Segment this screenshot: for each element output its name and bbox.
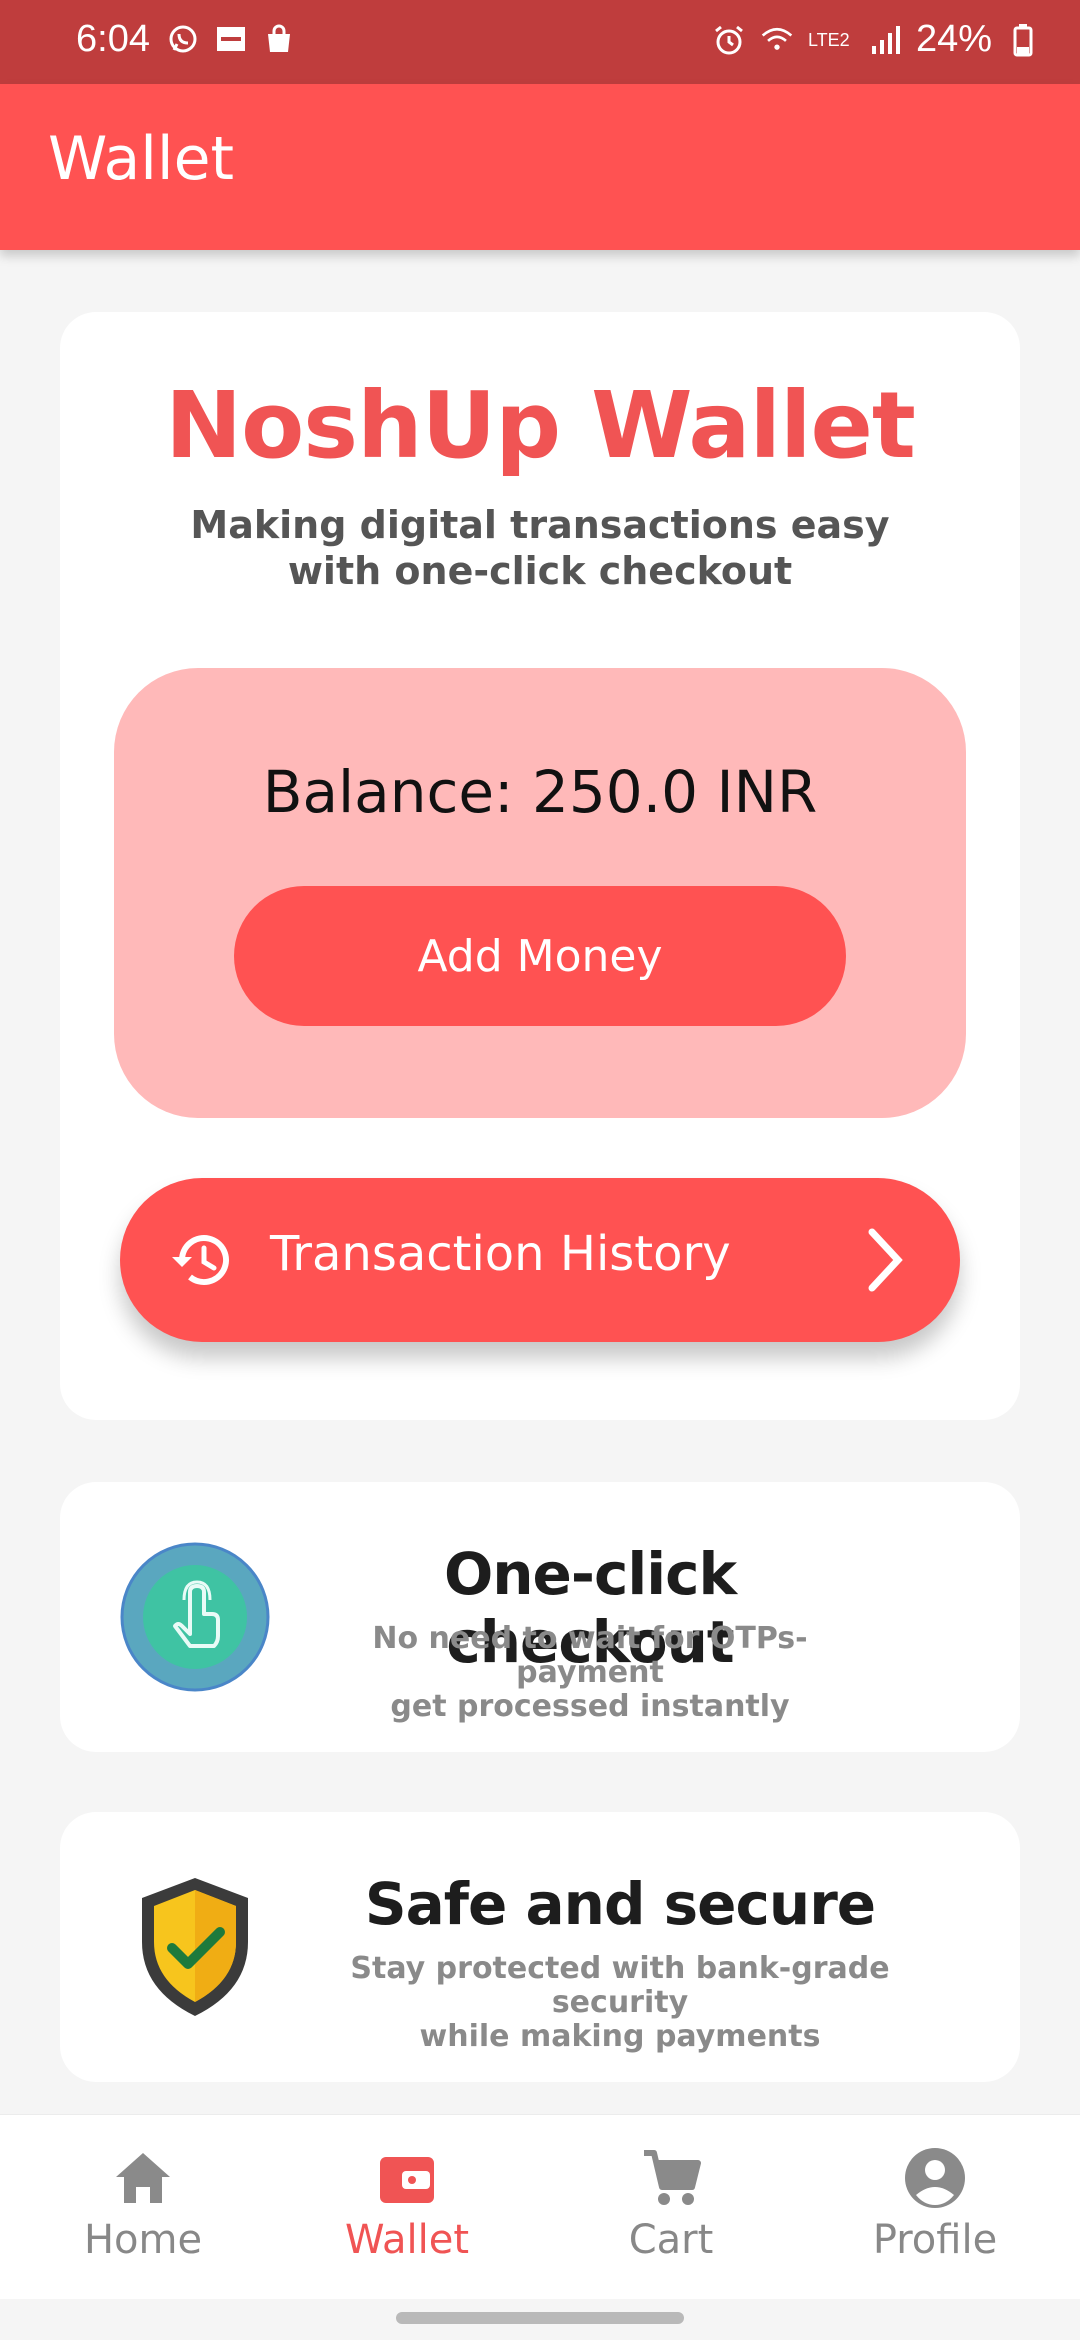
feature-card-one-click: One-click checkout No need to wait for O… xyxy=(60,1482,1020,1752)
feature-title: Safe and secure xyxy=(364,1870,876,1938)
status-left-icons xyxy=(166,22,296,56)
nav-label-wallet: Wallet xyxy=(344,2217,470,2263)
signal-icon xyxy=(868,23,902,57)
transaction-history-label: Transaction History xyxy=(270,1226,731,1282)
touch-icon xyxy=(120,1542,270,1692)
balance-box: Balance: 250.0 INR Add Money xyxy=(114,668,966,1118)
feature-description: No need to wait for OTPs-payment get pro… xyxy=(300,1622,880,1724)
nav-label-profile: Profile xyxy=(872,2217,998,2263)
feature-desc-line1: Stay protected with bank-grade security xyxy=(350,1951,890,2020)
status-time: 6:04 xyxy=(76,18,150,60)
home-icon xyxy=(116,2153,170,2203)
wallet-brand-title: NoshUp Wallet xyxy=(165,372,916,479)
wallet-subtitle-line2: with one-click checkout xyxy=(287,549,793,593)
nav-item-profile[interactable]: Profile xyxy=(800,2145,1070,2263)
bottom-navigation: Home Wallet Cart Profile xyxy=(0,2114,1080,2299)
status-right-icons: LTE2 24% xyxy=(712,18,1040,61)
profile-icon xyxy=(905,2148,965,2208)
transaction-history-button[interactable]: Transaction History xyxy=(120,1178,960,1342)
add-money-label: Add Money xyxy=(417,930,663,982)
wallet-subtitle: Making digital transactions easy with on… xyxy=(180,502,900,594)
chevron-right-icon xyxy=(868,1228,903,1292)
battery-icon xyxy=(1006,23,1040,57)
feature-card-safe-secure: Safe and secure Stay protected with bank… xyxy=(60,1812,1020,2082)
wallet-subtitle-line1: Making digital transactions easy xyxy=(190,503,890,547)
app-bar: Wallet xyxy=(0,84,1080,250)
whatsapp-icon xyxy=(166,22,200,56)
nav-item-cart[interactable]: Cart xyxy=(536,2145,806,2263)
nav-label-cart: Cart xyxy=(628,2217,714,2263)
zomato-icon xyxy=(214,22,248,56)
cart-icon xyxy=(644,2150,701,2205)
status-bar: 6:04 LTE2 24% xyxy=(0,0,1080,84)
shield-check-icon xyxy=(142,1878,248,2016)
shopping-bag-icon xyxy=(262,22,296,56)
battery-percent: 24% xyxy=(915,18,992,60)
feature-desc-line2: while making payments xyxy=(419,2019,821,2054)
volte-label: LTE2 xyxy=(807,29,850,50)
page-title: Wallet xyxy=(48,124,235,194)
feature-desc-line1: No need to wait for OTPs-payment xyxy=(372,1621,808,1690)
balance-text: Balance: 250.0 INR xyxy=(262,758,818,826)
wifi-icon xyxy=(760,23,794,57)
gesture-handle[interactable] xyxy=(396,2312,684,2324)
history-icon xyxy=(172,1235,229,1286)
nav-item-wallet[interactable]: Wallet xyxy=(272,2145,542,2263)
nav-label-home: Home xyxy=(83,2217,203,2263)
alarm-icon xyxy=(712,23,746,57)
wallet-card: NoshUp Wallet Making digital transaction… xyxy=(60,312,1020,1420)
add-money-button[interactable]: Add Money xyxy=(234,886,846,1026)
feature-desc-line2: get processed instantly xyxy=(390,1689,790,1724)
nav-item-home[interactable]: Home xyxy=(8,2145,278,2263)
feature-description: Stay protected with bank-grade security … xyxy=(300,1952,940,2054)
wallet-icon xyxy=(380,2157,434,2203)
